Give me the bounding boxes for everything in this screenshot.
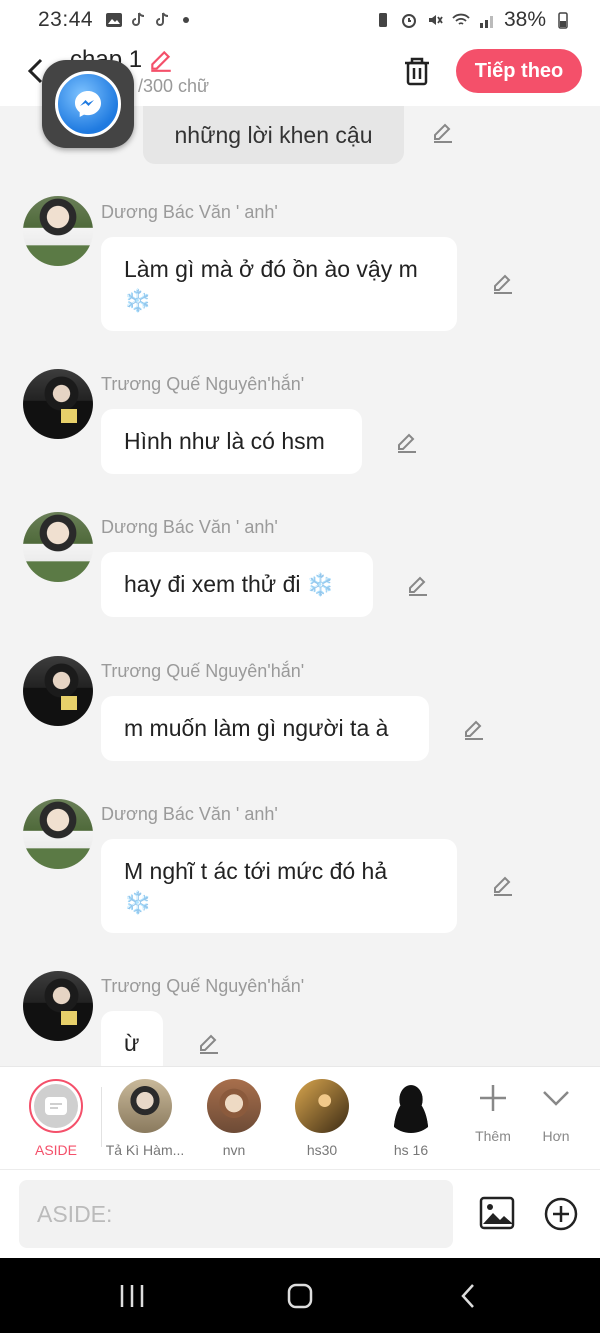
character-item[interactable]: hs30 [282, 1079, 362, 1158]
character-item[interactable]: Tả Kì Hàm... [105, 1079, 185, 1158]
system-nav-bar [0, 1258, 600, 1333]
status-bar: 23:44 38% [0, 0, 600, 40]
plus-circle-icon [544, 1197, 578, 1231]
plus-icon [480, 1085, 506, 1111]
add-character-button[interactable]: Thêm [463, 1081, 523, 1144]
tiktok-icon [156, 12, 169, 26]
snowflake-emoji: ❄️ [124, 890, 152, 915]
sender-name: Trương Quế Nguyên'hắn' [101, 661, 305, 681]
character-item[interactable]: nvn [194, 1079, 274, 1158]
edit-icon[interactable] [491, 272, 515, 296]
message-bubble[interactable]: M nghĩ t ác tới mức đó hả ❄️ [101, 839, 457, 933]
edit-icon[interactable] [462, 718, 486, 742]
trash-icon [405, 57, 429, 86]
messenger-icon [55, 71, 121, 137]
sender-name: Dương Bác Văn ' anh' [101, 804, 278, 824]
character-name: nvn [222, 1142, 246, 1158]
edit-icon[interactable] [395, 431, 419, 455]
home-icon [287, 1283, 313, 1309]
character-name: ASIDE [34, 1142, 77, 1158]
alarm-icon [401, 14, 416, 28]
message-bubble[interactable]: Làm gì mà ở đó ồn ào vậy m ❄️ [101, 237, 457, 331]
tiktok-icon [132, 12, 145, 26]
character-name: hs30 [306, 1142, 338, 1158]
edit-title-icon[interactable] [148, 47, 174, 73]
battery-saver-icon [378, 13, 387, 27]
home-button[interactable] [280, 1280, 320, 1312]
sender-name: Dương Bác Văn ' anh' [101, 517, 278, 537]
image-icon [479, 1196, 515, 1230]
system-back-button[interactable] [448, 1280, 488, 1312]
dot-icon [183, 17, 190, 23]
avatar[interactable] [23, 656, 93, 726]
message-bubble[interactable]: Hình như là có hsm [101, 409, 362, 474]
character-avatar [384, 1079, 438, 1133]
edit-icon[interactable] [431, 121, 455, 145]
character-bar: ASIDE Tả Kì Hàm... nvn hs30 hs 16 Thêm H… [0, 1066, 600, 1169]
status-time: 23:44 [38, 8, 94, 31]
aside-icon [45, 1097, 67, 1115]
message-bubble[interactable]: những lời khen cậu [143, 106, 404, 164]
message-text: Hình như là có hsm [124, 428, 325, 454]
character-avatar [295, 1079, 349, 1133]
avatar[interactable] [23, 971, 93, 1041]
snowflake-emoji: ❄️ [124, 288, 152, 313]
chat-area[interactable]: những lời khen cậu Dương Bác Văn ' anh' … [0, 106, 600, 1066]
add-button[interactable] [543, 1196, 579, 1232]
avatar[interactable] [23, 799, 93, 869]
message-bubble[interactable]: ừ [101, 1011, 163, 1066]
system-icons: 38% [374, 8, 572, 32]
delete-button[interactable] [400, 54, 434, 88]
add-label: Thêm [475, 1128, 511, 1144]
edit-icon[interactable] [197, 1032, 221, 1056]
aside-avatar [29, 1079, 83, 1133]
recent-apps-icon [120, 1285, 144, 1307]
message-text: M nghĩ t ác tới mức đó hả [124, 858, 388, 884]
message-text: ừ [124, 1030, 140, 1056]
sender-name: Trương Quế Nguyên'hắn' [101, 374, 305, 394]
message-input[interactable] [19, 1180, 453, 1248]
back-icon [461, 1284, 474, 1308]
signal-icon [479, 16, 493, 28]
mute-icon [428, 15, 443, 25]
sender-name: Trương Quế Nguyên'hắn' [101, 976, 305, 996]
message-text: Làm gì mà ở đó ồn ào vậy m [124, 256, 418, 282]
character-name: Tả Kì Hàm... [105, 1142, 185, 1158]
word-count: /300 chữ [138, 76, 210, 96]
gallery-icon [106, 13, 123, 27]
edit-icon[interactable] [406, 574, 430, 598]
avatar[interactable] [23, 512, 93, 582]
character-name: hs 16 [393, 1142, 429, 1158]
composer-bar [0, 1169, 600, 1258]
divider [101, 1087, 102, 1147]
message-bubble[interactable]: hay đi xem thử đi ❄️ [101, 552, 373, 617]
recent-apps-button[interactable] [112, 1280, 152, 1312]
character-aside[interactable]: ASIDE [16, 1079, 96, 1158]
avatar[interactable] [23, 196, 93, 266]
next-button[interactable]: Tiếp theo [456, 49, 582, 93]
more-characters-button[interactable]: Hơn [526, 1081, 586, 1144]
chevron-down-icon [543, 1091, 569, 1106]
edit-icon[interactable] [491, 874, 515, 898]
wifi-icon [452, 13, 470, 25]
snowflake-emoji: ❄️ [306, 572, 335, 597]
character-item[interactable]: hs 16 [371, 1079, 451, 1158]
character-avatar [118, 1079, 172, 1133]
message-text: hay đi xem thử đi [124, 571, 301, 597]
message-text: m muốn làm gì người ta à [124, 715, 389, 741]
battery-percent: 38% [503, 8, 546, 31]
notification-icons [105, 11, 195, 29]
message-bubble[interactable]: m muốn làm gì người ta à [101, 696, 429, 761]
character-avatar [207, 1079, 261, 1133]
avatar[interactable] [23, 369, 93, 439]
sender-name: Dương Bác Văn ' anh' [101, 202, 278, 222]
more-label: Hơn [542, 1128, 570, 1144]
messenger-chat-head[interactable] [42, 60, 134, 148]
battery-icon [558, 12, 568, 29]
insert-image-button[interactable] [478, 1194, 516, 1232]
